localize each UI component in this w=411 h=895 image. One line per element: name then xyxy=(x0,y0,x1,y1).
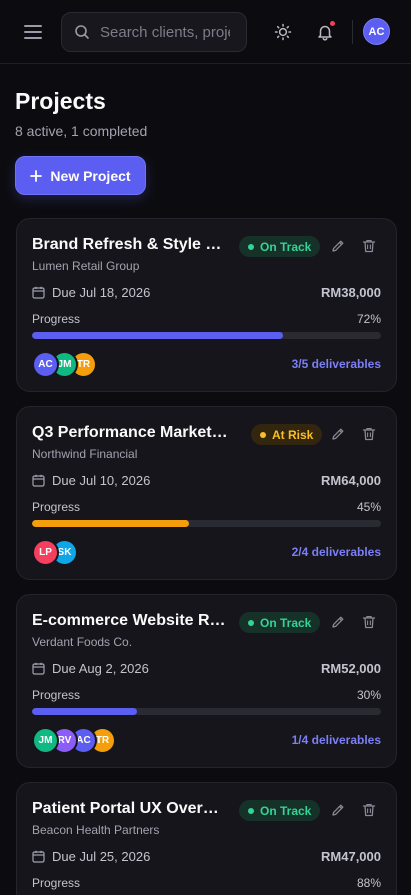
project-title[interactable]: E-commerce Website Re... xyxy=(32,612,228,630)
progress-bar xyxy=(32,708,381,715)
progress-fill xyxy=(32,332,284,339)
status-dot xyxy=(260,431,266,438)
progress-percent: 30% xyxy=(356,688,381,702)
team-avatars: AC JM TR xyxy=(32,351,97,378)
page-subtitle: 8 active, 1 completed xyxy=(15,123,148,139)
progress-label: Progress xyxy=(32,500,81,514)
sun-icon xyxy=(274,23,292,41)
pencil-icon xyxy=(332,240,344,252)
pencil-icon xyxy=(332,616,344,628)
status-dot xyxy=(248,243,254,250)
search-icon xyxy=(75,25,89,39)
status-dot xyxy=(248,619,254,626)
project-title[interactable]: Patient Portal UX Overhaul xyxy=(32,800,228,818)
notification-dot xyxy=(329,20,336,27)
project-amount: RM47,000 xyxy=(321,849,381,864)
theme-toggle-button[interactable] xyxy=(271,20,295,44)
pencil-icon xyxy=(332,804,344,816)
plus-icon xyxy=(30,169,43,182)
status-badge: On Track xyxy=(239,800,321,821)
due-date-text: Due Jul 25, 2026 xyxy=(52,849,151,864)
calendar-icon xyxy=(32,662,45,675)
progress-bar xyxy=(32,520,381,527)
search-box[interactable] xyxy=(61,12,247,52)
project-client: Lumen Retail Group xyxy=(32,259,140,273)
edit-button[interactable] xyxy=(330,802,346,818)
project-card[interactable]: Q3 Performance Marketin... Northwind Fin… xyxy=(16,406,397,580)
status-badge: On Track xyxy=(239,236,321,257)
new-project-label: New Project xyxy=(50,167,131,184)
project-title[interactable]: Q3 Performance Marketin... xyxy=(32,424,228,442)
new-project-button[interactable]: New Project xyxy=(15,156,146,195)
status-label: On Track xyxy=(260,615,312,630)
project-client: Beacon Health Partners xyxy=(32,823,160,837)
team-avatars: LP SK xyxy=(32,539,78,566)
edit-button[interactable] xyxy=(330,426,346,442)
status-badge: On Track xyxy=(239,612,321,633)
due-date-text: Due Aug 2, 2026 xyxy=(52,661,149,676)
hamburger-menu-icon[interactable] xyxy=(22,22,44,42)
delete-button[interactable] xyxy=(361,238,377,254)
trash-icon xyxy=(362,803,376,817)
progress-label: Progress xyxy=(32,876,81,890)
progress-percent: 88% xyxy=(356,876,381,890)
calendar-icon xyxy=(32,474,45,487)
trash-icon xyxy=(362,427,376,441)
team-avatars: JM RV AC TR xyxy=(32,727,116,754)
status-label: On Track xyxy=(260,803,312,818)
team-member-avatar: JM xyxy=(32,727,59,754)
project-client: Northwind Financial xyxy=(32,447,138,461)
team-member-avatar: AC xyxy=(32,351,59,378)
edit-button[interactable] xyxy=(330,238,346,254)
progress-bar xyxy=(32,332,381,339)
status-label: On Track xyxy=(260,239,312,254)
delete-button[interactable] xyxy=(361,802,377,818)
calendar-icon xyxy=(32,850,45,863)
status-badge: At Risk xyxy=(251,424,323,445)
notifications-button[interactable] xyxy=(313,20,337,44)
due-date: Due Aug 2, 2026 xyxy=(32,661,149,676)
pencil-icon xyxy=(332,428,344,440)
project-amount: RM64,000 xyxy=(321,473,381,488)
progress-percent: 72% xyxy=(356,312,381,326)
due-date-text: Due Jul 18, 2026 xyxy=(52,285,151,300)
status-label: At Risk xyxy=(272,427,314,442)
team-member-avatar: LP xyxy=(32,539,59,566)
page-title: Projects xyxy=(15,88,106,114)
status-dot xyxy=(248,807,254,814)
progress-fill xyxy=(32,708,137,715)
project-amount: RM52,000 xyxy=(321,661,381,676)
deliverables-link[interactable]: 1/4 deliverables xyxy=(292,733,381,747)
due-date: Due Jul 18, 2026 xyxy=(32,285,150,300)
progress-label: Progress xyxy=(32,688,81,702)
calendar-icon xyxy=(32,286,45,299)
delete-button[interactable] xyxy=(361,614,377,630)
user-avatar[interactable]: AC xyxy=(363,18,390,45)
project-title[interactable]: Brand Refresh & Style G... xyxy=(32,236,228,254)
project-card[interactable]: Patient Portal UX Overhaul Beacon Health… xyxy=(16,782,397,895)
search-input[interactable] xyxy=(100,23,230,41)
due-date: Due Jul 25, 2026 xyxy=(32,849,150,864)
due-date: Due Jul 10, 2026 xyxy=(32,473,150,488)
progress-label: Progress xyxy=(32,312,81,326)
top-bar: AC xyxy=(0,0,411,64)
project-card[interactable]: Brand Refresh & Style G... Lumen Retail … xyxy=(16,218,397,392)
project-card[interactable]: E-commerce Website Re... Verdant Foods C… xyxy=(16,594,397,768)
edit-button[interactable] xyxy=(330,614,346,630)
trash-icon xyxy=(362,239,376,253)
due-date-text: Due Jul 10, 2026 xyxy=(52,473,151,488)
deliverables-link[interactable]: 2/4 deliverables xyxy=(292,545,381,559)
progress-percent: 45% xyxy=(356,500,381,514)
deliverables-link[interactable]: 3/5 deliverables xyxy=(292,357,381,371)
project-client: Verdant Foods Co. xyxy=(32,635,133,649)
header-divider xyxy=(352,20,353,44)
project-amount: RM38,000 xyxy=(321,285,381,300)
progress-fill xyxy=(32,520,190,527)
delete-button[interactable] xyxy=(361,426,377,442)
trash-icon xyxy=(362,615,376,629)
